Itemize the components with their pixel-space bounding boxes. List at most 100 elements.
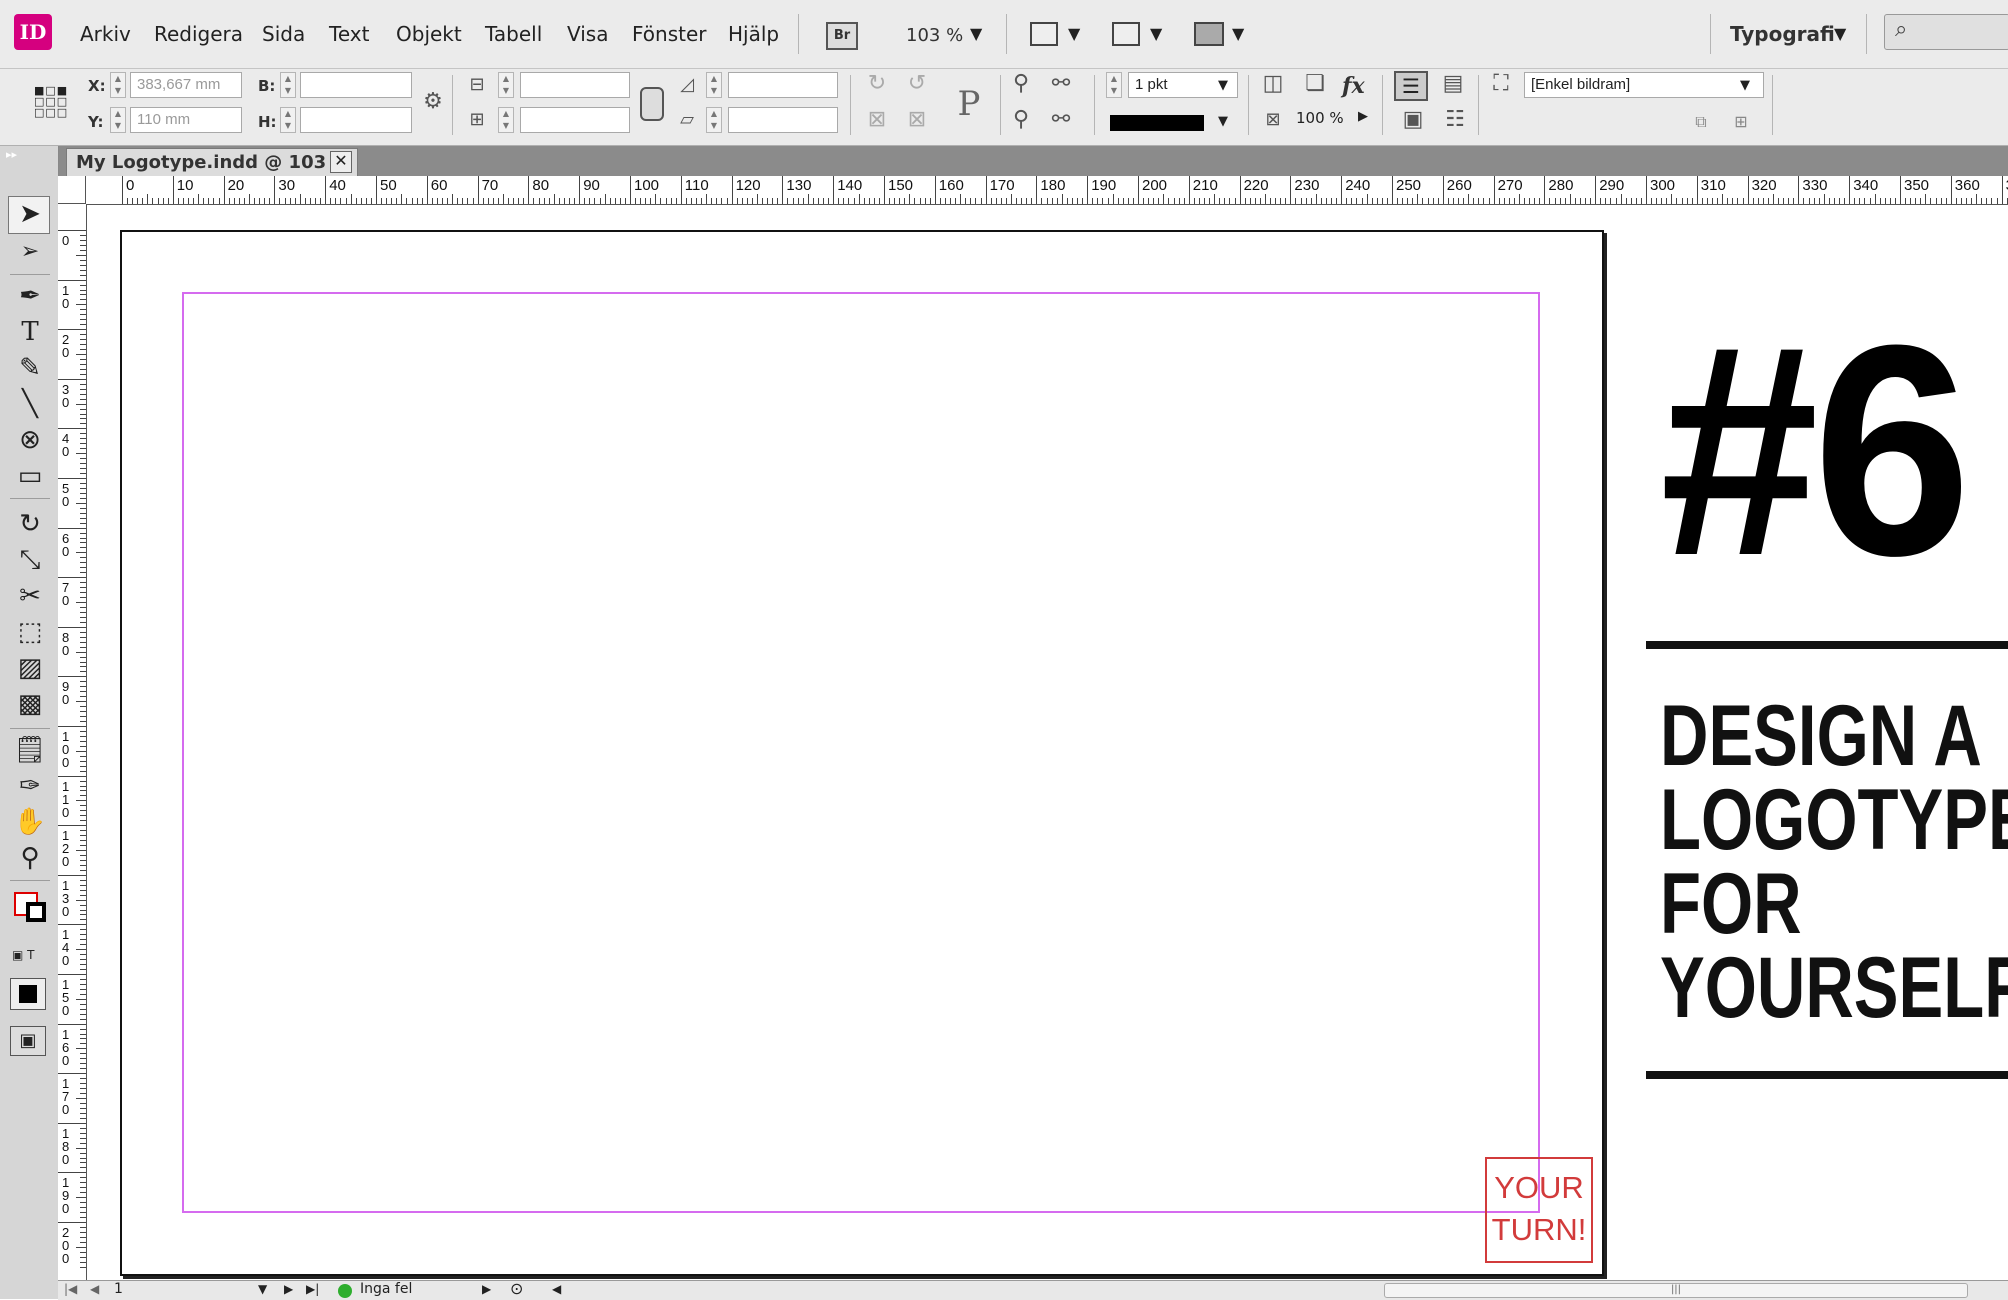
selection-tool-icon[interactable]: ➤ (8, 198, 52, 230)
workspace-switcher[interactable]: Typografi (1730, 22, 1835, 46)
drop-shadow-icon[interactable]: ◫ (1258, 71, 1288, 97)
previous-page-icon[interactable]: ◀ (90, 1282, 99, 1296)
vertical-ruler[interactable]: 0 10 20 30 40 50 60 70 80 90 100 110 120 130 140 150 160… (58, 204, 87, 1280)
constrain-proportions-icon[interactable]: ⚙ (418, 89, 448, 115)
pencil-tool-icon[interactable]: ✎ (8, 352, 52, 384)
jump-object-icon[interactable]: ☷ (1440, 107, 1470, 133)
preflight-menu-icon[interactable]: ▶ (482, 1282, 491, 1296)
gradient-swatch-tool-icon[interactable]: ▨ (8, 652, 52, 684)
object-style-dropdown-icon[interactable]: ▼ (1740, 78, 1750, 93)
view-options-icon[interactable] (1030, 22, 1058, 46)
menu-text[interactable]: Text (329, 22, 369, 46)
reference-point-icon[interactable]: ■□■ □□□ □□□ (34, 85, 68, 119)
screen-mode-normal-icon[interactable]: ▣ (10, 1026, 46, 1056)
menu-visa[interactable]: Visa (567, 22, 608, 46)
document-tab[interactable]: My Logotype.indd @ 103 % (66, 148, 358, 176)
direction-p-icon[interactable]: P (948, 81, 990, 127)
object-style-icon[interactable]: ⛶ (1486, 71, 1516, 97)
opacity-field[interactable]: 100 % (1296, 109, 1344, 127)
collapse-panel-icon[interactable]: ▸▸ (6, 148, 17, 161)
shear-field[interactable] (728, 107, 838, 133)
flip-vertical-icon[interactable]: ⊠ (902, 107, 932, 133)
scroll-left-icon[interactable]: ◀ (552, 1282, 561, 1296)
shear-spinner[interactable]: ▲ ▼ (706, 107, 722, 133)
scale-x-field[interactable] (520, 72, 630, 98)
next-page-icon[interactable]: ▶ (284, 1282, 293, 1296)
line-tool-icon[interactable]: ╲ (8, 388, 52, 420)
height-field[interactable] (300, 107, 412, 133)
object-style-field[interactable]: [Enkel bildram] (1524, 72, 1764, 98)
free-transform-tool-icon[interactable]: ⬚ (8, 616, 52, 648)
width-field[interactable] (300, 72, 412, 98)
hand-tool-icon[interactable]: ✋ (8, 806, 52, 838)
rotate-counterclockwise-icon[interactable]: ↺ (902, 71, 932, 97)
x-field[interactable]: 383,667 mm (130, 72, 242, 98)
page-dropdown-icon[interactable]: ▼ (258, 1282, 267, 1296)
x-spinner[interactable]: ▲ ▼ (110, 72, 126, 98)
clear-overrides-icon[interactable]: ⧉ (1686, 109, 1716, 135)
wrap-around-bounding-box-icon[interactable]: ▤ (1438, 71, 1468, 97)
menu-hjalp[interactable]: Hjälp (728, 22, 779, 46)
rectangle-frame-tool-icon[interactable]: ⊗ (8, 424, 52, 456)
horizontal-ruler[interactable]: 0 10 20 30 40 50 60 70 80 90 100 110 120 130 140 150 160… (58, 176, 2008, 205)
scale-tool-icon[interactable]: ⤡ (8, 544, 52, 576)
apply-color-button[interactable] (10, 978, 46, 1010)
screen-mode-icon[interactable] (1112, 22, 1140, 46)
scale-x-spinner[interactable]: ▲ ▼ (498, 72, 514, 98)
stroke-type-swatch[interactable] (1110, 115, 1204, 131)
arrange-documents-icon[interactable] (1194, 22, 1224, 46)
ruler-origin[interactable] (58, 176, 86, 204)
flip-horizontal-icon[interactable]: ⊠ (862, 107, 892, 133)
select-content-icon[interactable]: ⚲ (1006, 107, 1036, 133)
rotate-clockwise-icon[interactable]: ↻ (862, 71, 892, 97)
preflight-status-text[interactable]: Inga fel (360, 1281, 412, 1297)
select-container-icon[interactable]: ⚲ (1006, 71, 1036, 97)
link-scale-icon[interactable] (640, 87, 664, 121)
width-spinner[interactable]: ▲ ▼ (280, 72, 296, 98)
arrange-documents-arrow-icon[interactable]: ▼ (1232, 24, 1244, 43)
zoom-level[interactable]: 103 % (906, 25, 963, 46)
search-field[interactable]: ⌕ (1884, 14, 2008, 50)
height-spinner[interactable]: ▲ ▼ (280, 107, 296, 133)
shadow-toggle-icon[interactable]: ❏ (1300, 71, 1330, 97)
menu-redigera[interactable]: Redigera (154, 22, 243, 46)
scale-y-spinner[interactable]: ▲ ▼ (498, 107, 514, 133)
rectangle-tool-icon[interactable]: ▭ (8, 460, 52, 492)
rotate-spinner[interactable]: ▲ ▼ (706, 72, 722, 98)
screen-mode-arrow-icon[interactable]: ▼ (1150, 24, 1162, 43)
rotate-field[interactable] (728, 72, 838, 98)
text-wrap-none-icon[interactable]: ☰ (1394, 71, 1428, 101)
type-tool-icon[interactable]: T (8, 316, 52, 348)
note-tool-icon[interactable]: 🗒 (8, 734, 52, 766)
stroke-weight-spinner[interactable]: ▲ ▼ (1106, 72, 1122, 98)
wrap-around-shape-icon[interactable]: ▣ (1398, 107, 1428, 133)
menu-tabell[interactable]: Tabell (485, 22, 542, 46)
y-spinner[interactable]: ▲ ▼ (110, 107, 126, 133)
pen-tool-icon[interactable]: ✒ (8, 280, 52, 312)
close-tab-icon[interactable]: ✕ (330, 151, 352, 173)
horizontal-scrollbar-thumb[interactable]: ||| (1384, 1283, 1968, 1298)
page-number-field[interactable]: 1 (114, 1281, 123, 1297)
menu-sida[interactable]: Sida (262, 22, 305, 46)
eyedropper-tool-icon[interactable]: ✑ (8, 770, 52, 802)
effects-fx-icon[interactable]: fx (1342, 73, 1365, 99)
menu-fonster[interactable]: Fönster (632, 22, 707, 46)
view-options-arrow-icon[interactable]: ▼ (1068, 24, 1080, 43)
stroke-weight-dropdown-icon[interactable]: ▼ (1218, 78, 1228, 93)
bridge-button[interactable]: Br (826, 22, 858, 50)
workspace-arrow-icon[interactable]: ▼ (1834, 24, 1846, 43)
select-next-object-icon[interactable]: ⚯ (1046, 107, 1076, 133)
scale-y-field[interactable] (520, 107, 630, 133)
first-page-icon[interactable]: |◀ (64, 1282, 77, 1296)
direct-selection-tool-icon[interactable]: ➢ (8, 236, 52, 268)
new-style-icon[interactable]: ⊞ (1726, 109, 1756, 135)
last-page-icon[interactable]: ▶| (306, 1282, 319, 1296)
stroke-type-dropdown-icon[interactable]: ▼ (1218, 114, 1228, 129)
y-field[interactable]: 110 mm (130, 107, 242, 133)
scissors-tool-icon[interactable]: ✂ (8, 580, 52, 612)
rotate-tool-icon[interactable]: ↻ (8, 508, 52, 540)
menu-arkiv[interactable]: Arkiv (80, 22, 131, 46)
gradient-feather-tool-icon[interactable]: ▩ (8, 688, 52, 720)
select-previous-object-icon[interactable]: ⚯ (1046, 71, 1076, 97)
stroke-swatch[interactable] (26, 902, 46, 922)
